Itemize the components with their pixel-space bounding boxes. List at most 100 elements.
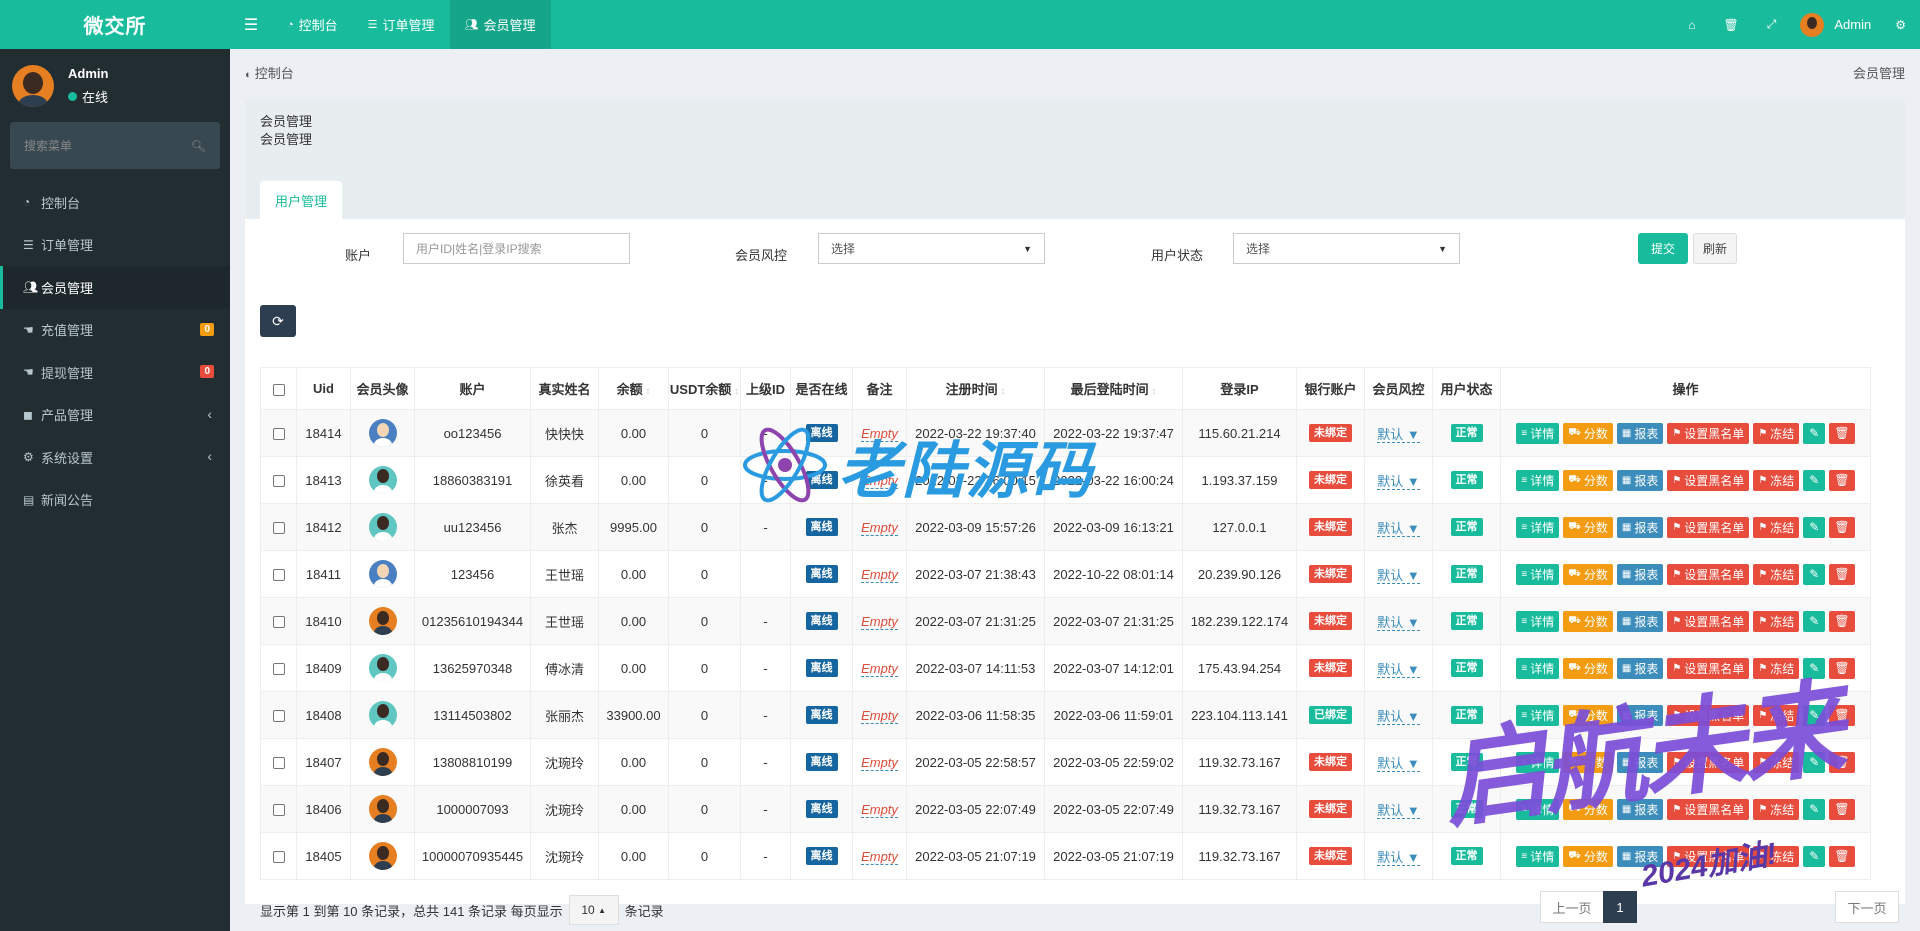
risk-editable[interactable]: 默认 ▼ [1377, 755, 1420, 772]
row-checkbox[interactable] [272, 522, 285, 535]
edit-button[interactable]: ✎ [1803, 563, 1826, 585]
menu-search-input[interactable]: 搜索菜单 🔍︎ [10, 122, 220, 169]
blacklist-button[interactable]: ⚑ 设置黑名单 [1667, 798, 1750, 820]
score-button[interactable]: ⛟ 分数 [1563, 422, 1613, 444]
delete-button[interactable]: 🗑 [1829, 704, 1855, 726]
score-button[interactable]: ⛟ 分数 [1563, 610, 1613, 632]
risk-editable[interactable]: 默认 ▼ [1377, 614, 1420, 631]
detail-button[interactable]: ≡ 详情 [1516, 798, 1560, 820]
score-button[interactable]: ⛟ 分数 [1563, 798, 1613, 820]
report-button[interactable]: ▦ 报表 [1616, 704, 1664, 726]
remark-editable[interactable]: Empty [861, 425, 898, 442]
sidebar-item-6[interactable]: ⚙ 系统设置 ‹ [0, 436, 230, 479]
remark-editable[interactable]: Empty [861, 613, 898, 630]
risk-editable[interactable]: 默认 ▼ [1377, 802, 1420, 819]
edit-button[interactable]: ✎ [1803, 610, 1826, 632]
freeze-button[interactable]: ⚑ 冻结 [1753, 469, 1800, 491]
blacklist-button[interactable]: ⚑ 设置黑名单 [1667, 469, 1750, 491]
blacklist-button[interactable]: ⚑ 设置黑名单 [1667, 704, 1750, 726]
remark-editable[interactable]: Empty [861, 754, 898, 771]
remark-editable[interactable]: Empty [861, 519, 898, 536]
breadcrumb-home[interactable]: ◐ 控制台 [245, 63, 294, 82]
row-checkbox[interactable] [272, 757, 285, 770]
edit-button[interactable]: ✎ [1803, 657, 1826, 679]
report-button[interactable]: ▦ 报表 [1616, 563, 1664, 585]
edit-button[interactable]: ✎ [1803, 516, 1826, 538]
report-button[interactable]: ▦ 报表 [1616, 422, 1664, 444]
row-checkbox[interactable] [272, 663, 285, 676]
avatar[interactable] [368, 466, 397, 494]
score-button[interactable]: ⛟ 分数 [1563, 845, 1613, 867]
row-checkbox[interactable] [272, 569, 285, 582]
avatar[interactable] [368, 842, 397, 870]
settings-gear-icon[interactable]: ⚙ [1881, 18, 1920, 32]
edit-button[interactable]: ✎ [1803, 845, 1826, 867]
avatar[interactable] [368, 607, 397, 635]
row-checkbox[interactable] [272, 616, 285, 629]
row-checkbox[interactable] [272, 851, 285, 864]
report-button[interactable]: ▦ 报表 [1616, 751, 1664, 773]
detail-button[interactable]: ≡ 详情 [1516, 704, 1560, 726]
score-button[interactable]: ⛟ 分数 [1563, 704, 1613, 726]
detail-button[interactable]: ≡ 详情 [1516, 845, 1560, 867]
remark-editable[interactable]: Empty [861, 801, 898, 818]
freeze-button[interactable]: ⚑ 冻结 [1753, 798, 1800, 820]
submit-button[interactable]: 提交 [1638, 233, 1688, 264]
sidebar-item-3[interactable]: ☚ 充值管理 0 [0, 309, 230, 352]
tab-user-management[interactable]: 用户管理 [260, 181, 343, 219]
delete-button[interactable]: 🗑 [1829, 798, 1855, 820]
delete-button[interactable]: 🗑 [1829, 469, 1855, 491]
delete-button[interactable]: 🗑 [1829, 610, 1855, 632]
search-icon[interactable]: 🔍︎ [191, 139, 206, 153]
trash-icon[interactable]: 🗑︎ [1710, 18, 1753, 32]
report-button[interactable]: ▦ 报表 [1616, 845, 1664, 867]
column-header[interactable]: 最后登陆时间 [1044, 367, 1183, 410]
remark-editable[interactable]: Empty [861, 660, 898, 677]
select-all-checkbox[interactable] [272, 383, 285, 396]
remark-editable[interactable]: Empty [861, 848, 898, 865]
score-button[interactable]: ⛟ 分数 [1563, 469, 1613, 491]
risk-select[interactable]: 选择 ▼ [818, 233, 1045, 264]
sidebar-item-4[interactable]: ☚ 提现管理 0 [0, 351, 230, 394]
report-button[interactable]: ▦ 报表 [1616, 657, 1664, 679]
avatar[interactable] [368, 701, 397, 729]
detail-button[interactable]: ≡ 详情 [1516, 469, 1560, 491]
top-tab-1[interactable]: ☰ 订单管理 [353, 0, 450, 49]
top-user-menu[interactable]: Admin [1790, 12, 1881, 37]
edit-button[interactable]: ✎ [1803, 469, 1826, 491]
risk-editable[interactable]: 默认 ▼ [1377, 426, 1420, 443]
blacklist-button[interactable]: ⚑ 设置黑名单 [1667, 657, 1750, 679]
fullscreen-icon[interactable]: ⤢ [1753, 17, 1791, 32]
edit-button[interactable]: ✎ [1803, 422, 1826, 444]
remark-editable[interactable]: Empty [861, 707, 898, 724]
risk-editable[interactable]: 默认 ▼ [1377, 708, 1420, 725]
edit-button[interactable]: ✎ [1803, 751, 1826, 773]
risk-editable[interactable]: 默认 ▼ [1377, 849, 1420, 866]
edit-button[interactable]: ✎ [1803, 704, 1826, 726]
avatar[interactable] [368, 748, 397, 776]
column-header[interactable]: 注册时间 [906, 367, 1045, 410]
row-checkbox[interactable] [272, 710, 285, 723]
delete-button[interactable]: 🗑 [1829, 516, 1855, 538]
risk-editable[interactable]: 默认 ▼ [1377, 567, 1420, 584]
detail-button[interactable]: ≡ 详情 [1516, 610, 1560, 632]
sidebar-item-2[interactable]: 👥︎ 会员管理 [0, 266, 230, 309]
report-button[interactable]: ▦ 报表 [1616, 798, 1664, 820]
refresh-icon[interactable]: ⟳ [260, 305, 296, 337]
page-1-button[interactable]: 1 [1603, 891, 1637, 923]
remark-editable[interactable]: Empty [861, 472, 898, 489]
blacklist-button[interactable]: ⚑ 设置黑名单 [1667, 563, 1750, 585]
avatar[interactable] [368, 795, 397, 823]
column-header[interactable]: USDT余额 [668, 367, 741, 410]
report-button[interactable]: ▦ 报表 [1616, 610, 1664, 632]
delete-button[interactable]: 🗑 [1829, 563, 1855, 585]
risk-editable[interactable]: 默认 ▼ [1377, 661, 1420, 678]
brand-logo[interactable]: 微交所 [0, 0, 230, 49]
sidebar-item-7[interactable]: ▤ 新闻公告 [0, 479, 230, 522]
score-button[interactable]: ⛟ 分数 [1563, 751, 1613, 773]
account-search-input[interactable]: 用户ID|姓名|登录IP搜索 [403, 233, 630, 264]
status-select[interactable]: 选择 ▼ [1233, 233, 1460, 264]
freeze-button[interactable]: ⚑ 冻结 [1753, 704, 1800, 726]
avatar[interactable] [368, 513, 397, 541]
risk-editable[interactable]: 默认 ▼ [1377, 520, 1420, 537]
